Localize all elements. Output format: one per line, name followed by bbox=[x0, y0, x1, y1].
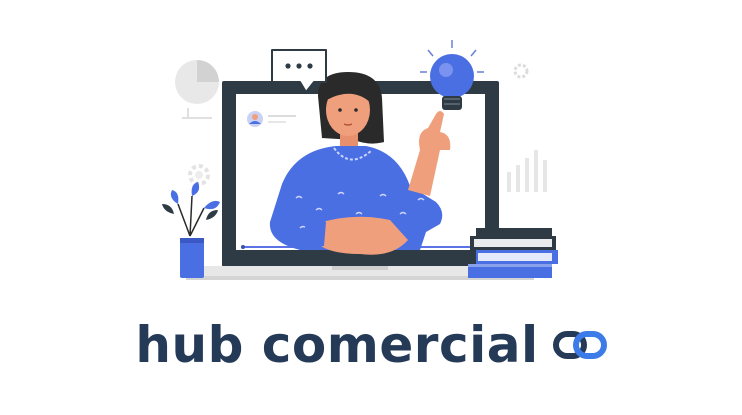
brand-name: hub comercial bbox=[135, 316, 539, 374]
pie-chart-icon bbox=[175, 60, 219, 119]
gear-icon bbox=[513, 63, 529, 79]
brand-lockup: hub comercial bbox=[0, 300, 742, 390]
hero-illustration bbox=[162, 40, 558, 280]
flower-vase-icon bbox=[162, 182, 220, 278]
bar-chart-icon bbox=[507, 150, 547, 192]
gear-icon bbox=[188, 164, 210, 186]
book-stack-icon bbox=[468, 228, 558, 278]
chain-link-icon bbox=[552, 331, 607, 359]
